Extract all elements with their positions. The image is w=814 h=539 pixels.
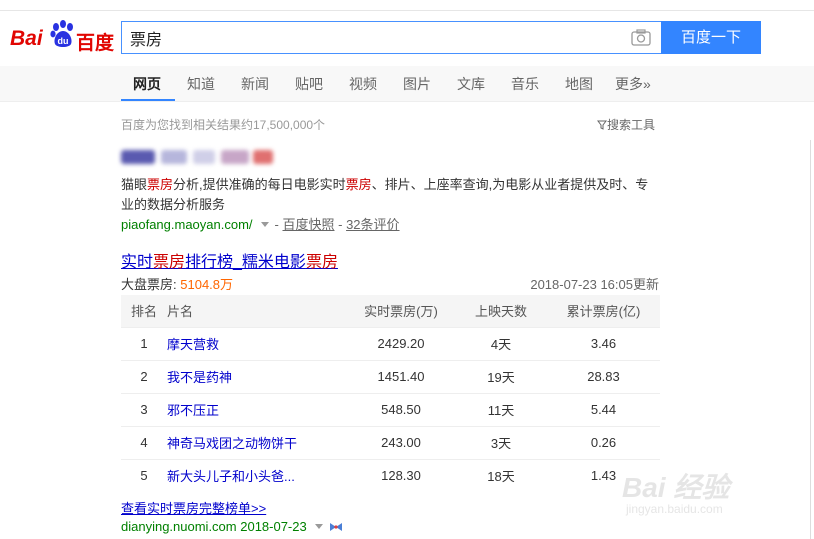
active-tab-indicator — [121, 99, 175, 101]
watermark: Bai 经验 jingyan.baidu.com — [622, 452, 772, 522]
live-cell: 1451.40 — [347, 359, 455, 393]
paw-icon: du — [50, 20, 73, 47]
box-office-table: 排名 片名 实时票房(万) 上映天数 累计票房(亿) 1 摩天营救 2429.2… — [121, 295, 660, 492]
table-row: 2 我不是药神 1451.40 19天 28.83 — [121, 359, 660, 393]
rank-cell: 1 — [121, 326, 167, 360]
live-cell: 128.30 — [347, 458, 455, 492]
tab-music[interactable]: 音乐 — [511, 74, 539, 94]
table-row: 5 新大头儿子和小头爸... 128.30 18天 1.43 — [121, 458, 660, 492]
col-title: 片名 — [167, 295, 347, 327]
logo-text-cn: 百度 — [76, 33, 115, 54]
col-live: 实时票房(万) — [347, 295, 455, 327]
logo-text-latin: Bai — [10, 27, 43, 50]
rank-cell: 2 — [121, 359, 167, 393]
result2-url-line: dianying.nuomi.com 2018-07-23 — [121, 519, 343, 534]
snapshot-link[interactable]: 百度快照 — [282, 217, 334, 232]
total-cell: 5.44 — [547, 392, 660, 426]
days-cell: 18天 — [455, 458, 547, 492]
chevron-down-icon[interactable] — [314, 524, 323, 530]
days-cell: 11天 — [455, 392, 547, 426]
rank-cell: 5 — [121, 458, 167, 492]
result1-title-blurred[interactable] — [121, 148, 273, 166]
result-count: 百度为您找到相关结果约17,500,000个 — [121, 118, 326, 132]
days-cell: 4天 — [455, 326, 547, 360]
total-cell: 3.46 — [547, 326, 660, 360]
table-row: 1 摩天营救 2429.20 4天 3.46 — [121, 326, 660, 360]
live-cell: 2429.20 — [347, 326, 455, 360]
bowtie-icon — [329, 523, 342, 531]
result1-url[interactable]: piaofang.maoyan.com/ — [121, 217, 253, 232]
tab-video[interactable]: 视频 — [349, 74, 377, 94]
svg-text:du: du — [58, 36, 69, 46]
reviews-link[interactable]: 32条评价 — [346, 217, 399, 232]
table-row: 3 邪不压正 548.50 11天 5.44 — [121, 392, 660, 426]
table-header-row: 排名 片名 实时票房(万) 上映天数 累计票房(亿) — [121, 295, 660, 327]
watermark-site: jingyan.baidu.com — [626, 502, 723, 516]
total-box-office-label: 大盘票房: — [121, 277, 177, 292]
tab-news[interactable]: 新闻 — [241, 74, 269, 94]
tab-wenku[interactable]: 文库 — [457, 74, 485, 94]
camera-icon[interactable] — [631, 29, 651, 46]
result1-url-line: piaofang.maoyan.com/- 百度快照 - 32条评价 — [121, 217, 400, 232]
tab-zhidao[interactable]: 知道 — [187, 74, 215, 94]
col-days: 上映天数 — [455, 295, 547, 327]
watermark-brand: Bai 经验 — [622, 472, 730, 503]
top-divider — [0, 10, 814, 11]
search-button[interactable]: 百度一下 — [661, 21, 761, 54]
movie-link[interactable]: 新大头儿子和小头爸... — [167, 458, 347, 492]
days-cell: 3天 — [455, 425, 547, 459]
total-box-office-value: 5104.8万 — [180, 277, 234, 292]
tab-web[interactable]: 网页 — [133, 74, 161, 94]
days-cell: 19天 — [455, 359, 547, 393]
result1-description: 猫眼票房分析,提供准确的每日电影实时票房、排片、上座率查询,为电影从业者提供及时… — [121, 177, 649, 212]
total-cell: 28.83 — [547, 359, 660, 393]
movie-link[interactable]: 神奇马戏团之动物饼干 — [167, 425, 347, 459]
search-tools[interactable]: 搜索工具 — [597, 116, 655, 133]
updated-time: 2018-07-23 16:05更新 — [530, 277, 659, 292]
movie-link[interactable]: 我不是药神 — [167, 359, 347, 393]
filter-icon — [597, 120, 607, 130]
tab-map[interactable]: 地图 — [565, 74, 593, 94]
rank-cell: 4 — [121, 425, 167, 459]
search-tools-label: 搜索工具 — [607, 118, 656, 132]
col-rank: 排名 — [121, 295, 167, 327]
tabs-bar: 网页 知道 新闻 贴吧 视频 图片 文库 音乐 地图 更多» — [0, 66, 814, 102]
tab-more[interactable]: 更多» — [615, 74, 651, 94]
live-cell: 243.00 — [347, 425, 455, 459]
col-total: 累计票房(亿) — [547, 295, 660, 327]
tab-tieba[interactable]: 贴吧 — [295, 74, 323, 94]
baidu-logo[interactable]: Bai du 百度 — [10, 18, 115, 54]
chevron-down-icon[interactable] — [260, 222, 269, 228]
table-row: 4 神奇马戏团之动物饼干 243.00 3天 0.26 — [121, 425, 660, 459]
search-input[interactable] — [130, 22, 610, 53]
rank-cell: 3 — [121, 392, 167, 426]
scrollbar-track[interactable] — [810, 140, 811, 539]
result2-title[interactable]: 实时票房排行榜_糯米电影票房 — [121, 248, 338, 272]
search-box — [121, 21, 661, 54]
full-ranking-link[interactable]: 查看实时票房完整榜单>> — [121, 498, 266, 517]
live-cell: 548.50 — [347, 392, 455, 426]
total-box-office: 大盘票房: 5104.8万 — [121, 274, 233, 293]
result2-url[interactable]: dianying.nuomi.com 2018-07-23 — [121, 519, 307, 534]
movie-link[interactable]: 邪不压正 — [167, 392, 347, 426]
movie-link[interactable]: 摩天营救 — [167, 326, 347, 360]
tab-images[interactable]: 图片 — [403, 74, 431, 94]
